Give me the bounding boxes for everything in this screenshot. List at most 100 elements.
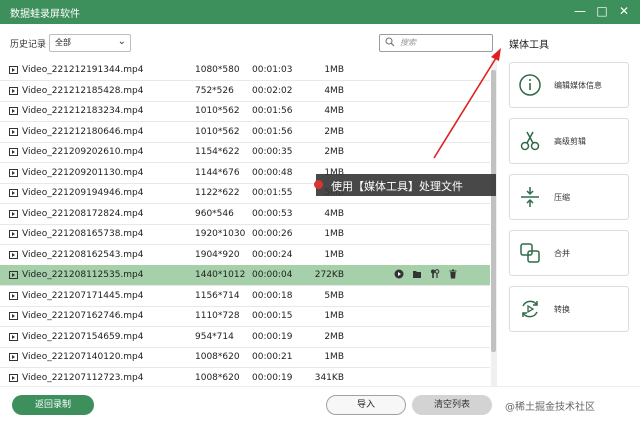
file-row[interactable]: Video_221207112723.mp4 1008*620 00:00:19 34…: [0, 368, 490, 387]
video-file-icon: [9, 148, 18, 156]
tool-merge[interactable]: 合并: [509, 230, 629, 276]
close-button[interactable]: ✕: [616, 3, 632, 19]
search-placeholder: 搜索: [400, 38, 416, 47]
minimize-button[interactable]: —: [572, 3, 588, 19]
window-title: 数据蛙录屏软件: [10, 9, 80, 20]
file-size: 341KB: [314, 372, 344, 383]
file-row[interactable]: Video_221207162746.mp4 1110*728 00:00:15 1M…: [0, 306, 490, 327]
file-name: Video_221209202610.mp4: [22, 147, 144, 157]
file-duration: 00:01:55: [252, 188, 293, 198]
play-icon[interactable]: [394, 269, 406, 281]
trash-icon[interactable]: [448, 269, 460, 281]
file-name: Video_221208165738.mp4: [22, 229, 144, 239]
file-row[interactable]: Video_221212191344.mp4 1080*580 00:01:03 1M…: [0, 60, 490, 81]
bottom-bar: 返回录制 导入 清空列表 @稀土掘金技术社区: [0, 386, 640, 427]
file-row[interactable]: Video_221207171445.mp4 1156*714 00:00:18 5M…: [0, 286, 490, 307]
file-row[interactable]: Video_221212185428.mp4 752*526 00:02:02 4MB: [0, 81, 490, 102]
folder-icon[interactable]: [412, 269, 424, 281]
file-resolution: 1156*714: [195, 290, 240, 301]
file-row[interactable]: Video_221208172824.mp4 960*546 00:00:53 4MB: [0, 204, 490, 225]
toolbar: 历史记录 全部 ⌄ 搜索: [0, 24, 496, 60]
file-name: Video_221207112723.mp4: [22, 372, 144, 383]
video-file-icon: [9, 66, 18, 74]
clear-list-button[interactable]: 清空列表: [412, 395, 492, 415]
video-file-icon: [9, 86, 18, 95]
file-row[interactable]: Video_221207154659.mp4 954*714 00:00:19 2MB: [0, 327, 490, 348]
tool-edit-media-info[interactable]: 编辑媒体信息: [509, 62, 629, 108]
restore-button[interactable]: □: [594, 3, 610, 19]
history-label: 历史记录: [10, 40, 47, 50]
file-duration: 00:02:02: [252, 85, 293, 96]
file-row[interactable]: Video_221209202610.mp4 1154*622 00:00:35 2M…: [0, 142, 490, 163]
row-actions: [394, 269, 466, 281]
file-resolution: 1010*562: [195, 106, 240, 116]
import-button[interactable]: 导入: [326, 395, 406, 415]
file-resolution: 752*526: [195, 85, 234, 96]
file-size: 1MB: [324, 229, 344, 239]
tool-label: 压缩: [554, 193, 570, 202]
file-row[interactable]: Video_221208162543.mp4 1904*920 00:00:24 1M…: [0, 245, 490, 266]
file-size: 2MB: [324, 147, 344, 157]
video-file-icon: [9, 107, 18, 115]
file-duration: 00:00:04: [252, 270, 293, 280]
file-duration: 00:00:15: [252, 311, 293, 321]
file-row[interactable]: Video_221212180646.mp4 1010*562 00:01:56 2M…: [0, 122, 490, 143]
video-file-icon: [9, 312, 18, 320]
file-name: Video_221207154659.mp4: [22, 331, 144, 342]
file-list: Video_221212191344.mp4 1080*580 00:01:03 1M…: [0, 60, 490, 386]
file-size: 4MB: [324, 208, 344, 219]
file-duration: 00:00:48: [252, 167, 293, 178]
file-resolution: 1154*622: [195, 147, 240, 157]
file-size: 4MB: [324, 85, 344, 96]
annotation-dot: [314, 180, 323, 189]
file-row[interactable]: Video_221207140120.mp4 1008*620 00:00:21 1M…: [0, 347, 490, 368]
file-row[interactable]: Video_221212183234.mp4 1010*562 00:01:56 4M…: [0, 101, 490, 122]
file-name: Video_221207162746.mp4: [22, 311, 144, 321]
file-name: Video_221208172824.mp4: [22, 208, 144, 219]
file-duration: 00:00:53: [252, 208, 293, 219]
history-filter-select[interactable]: 全部 ⌄: [49, 34, 131, 52]
file-size: 4MB: [324, 106, 344, 116]
file-size: 5MB: [324, 290, 344, 301]
file-resolution: 1110*728: [195, 311, 240, 321]
file-size: 272KB: [314, 270, 344, 280]
search-input[interactable]: 搜索: [379, 34, 493, 52]
file-size: 1MB: [324, 249, 344, 260]
file-row[interactable]: Video_221208112535.mp4 1440*1012 00:00:04 2…: [0, 265, 490, 286]
file-duration: 00:00:35: [252, 147, 293, 157]
merge-icon: [520, 243, 540, 263]
video-file-icon: [9, 291, 18, 300]
file-size: 1MB: [324, 65, 344, 75]
info-icon: [519, 74, 541, 96]
file-resolution: 1010*562: [195, 126, 240, 137]
file-name: Video_221207171445.mp4: [22, 290, 144, 301]
file-name: Video_221207140120.mp4: [22, 352, 144, 362]
tool-convert[interactable]: 转换: [509, 286, 629, 332]
annotation-text: 使用【媒体工具】处理文件: [331, 180, 463, 193]
tools-icon[interactable]: [430, 269, 442, 281]
video-file-icon: [9, 189, 18, 197]
file-duration: 00:01:03: [252, 65, 293, 75]
file-row[interactable]: Video_221208165738.mp4 1920*1030 00:00:26 1…: [0, 224, 490, 245]
file-resolution: 960*546: [195, 208, 234, 219]
file-duration: 00:00:19: [252, 331, 293, 342]
file-name: Video_221209201130.mp4: [22, 167, 144, 178]
media-tools-title: 媒体工具: [509, 40, 549, 51]
watermark: @稀土掘金技术社区: [505, 402, 595, 413]
file-size: 1MB: [324, 311, 344, 321]
back-to-record-button[interactable]: 返回录制: [12, 395, 94, 415]
file-duration: 00:01:56: [252, 106, 293, 116]
tool-advanced-clip[interactable]: 高级剪辑: [509, 118, 629, 164]
file-name: Video_221209194946.mp4: [22, 188, 144, 198]
video-file-icon: [9, 353, 18, 361]
title-bar: 数据蛙录屏软件 — □ ✕: [0, 0, 640, 24]
scissors-icon: [520, 131, 540, 151]
file-duration: 00:00:19: [252, 372, 293, 383]
scrollbar-thumb[interactable]: [491, 70, 496, 352]
file-resolution: 1904*920: [195, 249, 240, 260]
annotation-callout: 使用【媒体工具】处理文件: [314, 174, 496, 196]
tool-compress[interactable]: 压缩: [509, 174, 629, 220]
file-name: Video_221212183234.mp4: [22, 106, 144, 116]
file-resolution: 1122*622: [195, 188, 240, 198]
file-resolution: 1440*1012: [195, 270, 246, 280]
